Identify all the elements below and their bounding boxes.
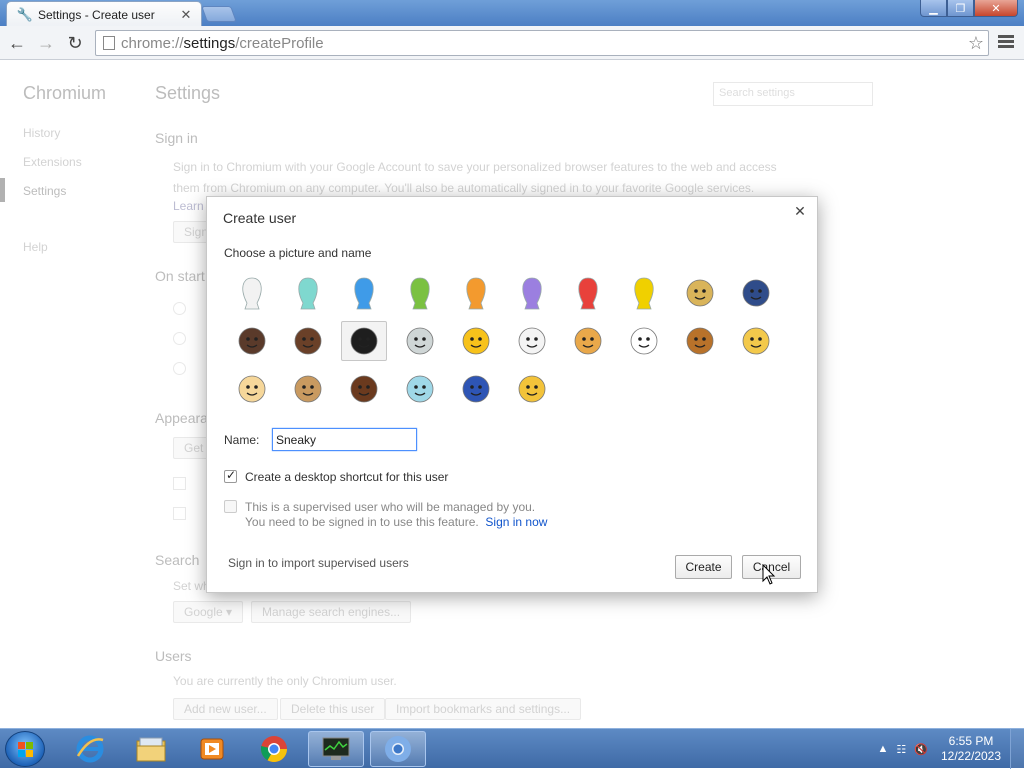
dialog-prompt: Choose a picture and name [224,246,372,260]
window-controls: ▁ ❐ ✕ [920,0,1018,17]
browser-toolbar: ← → ↻ chrome://settings/createProfile ☆ [0,26,1024,60]
create-user-dialog: Create user ✕ Choose a picture and name … [206,196,818,593]
name-input[interactable] [272,428,417,451]
show-desktop-button[interactable] [1010,729,1024,769]
avatar-cocktail-icon[interactable] [397,369,443,409]
media-player-icon[interactable] [184,731,240,767]
chromium-browser-icon[interactable] [246,731,302,767]
internet-explorer-icon[interactable] [62,731,118,767]
avatar-orange-silhouette-icon[interactable] [453,273,499,313]
avatar-ninja-icon[interactable] [341,321,387,361]
taskbar: ▲ ☷ 🔇 6:55 PM 12/22/2023 [0,728,1024,769]
file-explorer-icon[interactable] [123,731,179,767]
restore-button[interactable]: ❐ [947,0,974,17]
avatar-white-silhouette-icon[interactable] [229,273,275,313]
tab-title: Settings - Create user [38,7,155,22]
bookmark-star-icon[interactable]: ☆ [968,33,984,54]
avatar-red-silhouette-icon[interactable] [565,273,611,313]
avatar-businesswoman-icon[interactable] [677,273,723,313]
avatar-cat-icon[interactable] [733,321,779,361]
avatar-sun-cloud-icon[interactable] [509,369,555,409]
dialog-title: Create user [223,210,297,226]
avatar-smiley-icon[interactable] [453,321,499,361]
create-button[interactable]: Create [675,555,732,579]
windows-logo-icon [18,742,34,758]
back-arrow-icon[interactable]: ← [6,32,28,54]
clock-time: 6:55 PM [948,734,994,748]
show-hidden-icons-icon[interactable]: ▲ [878,743,889,755]
sign-in-now-link[interactable]: Sign in now [485,515,547,529]
page-icon [103,36,115,50]
chromium-icon[interactable] [370,731,426,767]
name-label: Name: [224,433,260,447]
avatar-yellow-silhouette-icon[interactable] [621,273,667,313]
avatar-burger-icon[interactable] [677,321,723,361]
avatar-blue-silhouette-icon[interactable] [341,273,387,313]
start-button[interactable] [5,731,45,767]
tab-close-icon[interactable]: ✕ [179,7,193,23]
mouse-cursor-icon [762,564,776,585]
avatar-cupcake-icon[interactable] [229,369,275,409]
new-tab-button[interactable] [201,6,237,22]
avatar-woman-sunglasses-icon[interactable] [229,321,275,361]
close-window-button[interactable]: ✕ [974,0,1018,17]
clock-date: 12/22/2023 [940,749,1002,763]
address-bar[interactable]: chrome://settings/createProfile ☆ [95,30,989,56]
clock[interactable]: 6:55 PM 12/22/2023 [932,734,1010,764]
supervised-user-note: You need to be signed in to use this fea… [245,515,548,529]
avatar-dog-icon[interactable] [285,369,331,409]
desktop-shortcut-label: Create a desktop shortcut for this user [245,470,449,484]
avatar-music-note-icon[interactable] [453,369,499,409]
system-tray: ▲ ☷ 🔇 6:55 PM 12/22/2023 [874,729,1024,769]
avatar-businessman-icon[interactable] [285,321,331,361]
avatar-alien-icon[interactable] [397,321,443,361]
url-text: chrome://settings/createProfile [121,34,324,52]
volume-muted-icon[interactable]: 🔇 [914,743,928,756]
desktop-shortcut-checkbox[interactable] [224,468,237,483]
task-manager-icon[interactable] [308,731,364,767]
network-icon[interactable]: ☷ [896,743,906,756]
title-bar: 🔧 Settings - Create user ✕ ▁ ❐ ✕ [0,0,1024,27]
avatar-green-silhouette-icon[interactable] [397,273,443,313]
avatar-horse-icon[interactable] [341,369,387,409]
wrench-icon: 🔧 [16,6,34,22]
dialog-close-icon[interactable]: ✕ [792,203,808,220]
minimize-button[interactable]: ▁ [920,0,947,17]
avatar-soccer-ball-icon[interactable] [621,321,667,361]
supervised-user-label: This is a supervised user who will be ma… [245,500,536,514]
reload-icon[interactable]: ↻ [64,32,86,54]
avatar-purple-silhouette-icon[interactable] [509,273,555,313]
avatar-pizza-icon[interactable] [565,321,611,361]
import-supervised-link[interactable]: Sign in to import supervised users [228,556,409,570]
tab-settings[interactable]: 🔧 Settings - Create user ✕ [6,1,202,27]
avatar-teal-silhouette-icon[interactable] [285,273,331,313]
supervised-user-checkbox[interactable] [224,500,237,513]
avatar-flower-icon[interactable] [509,321,555,361]
forward-arrow-icon[interactable]: → [35,32,57,54]
menu-icon[interactable] [998,35,1014,50]
avatar-superhero-icon[interactable] [733,273,779,313]
